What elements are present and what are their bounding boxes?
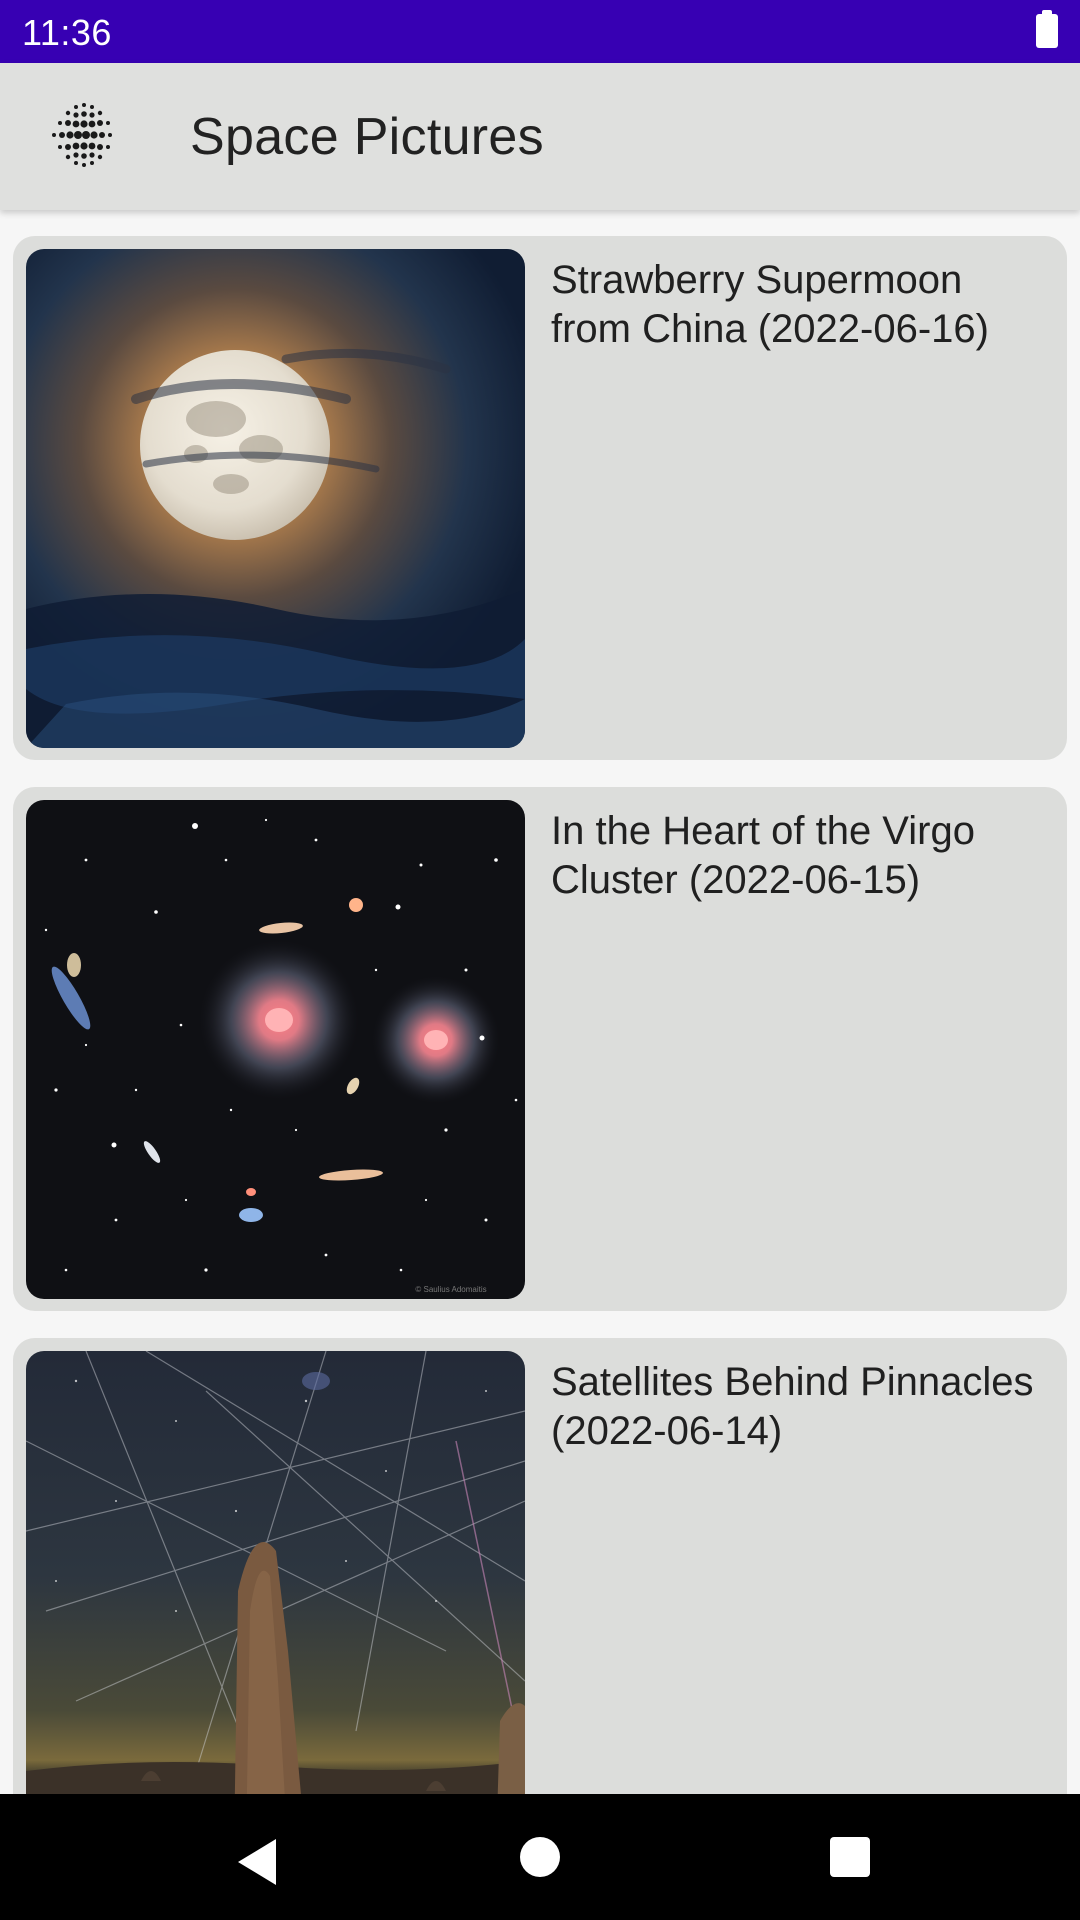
galaxy-cluster-image: © Saulius Adomaitis bbox=[26, 800, 525, 1299]
pinnacles-image bbox=[26, 1351, 525, 1794]
picture-thumbnail-virgo[interactable]: © Saulius Adomaitis bbox=[26, 800, 525, 1299]
picture-list[interactable]: Strawberry Supermoon from China (2022-06… bbox=[0, 210, 1080, 1794]
recents-square-icon[interactable] bbox=[830, 1837, 870, 1877]
status-time: 11:36 bbox=[22, 12, 112, 53]
picture-title: Satellites Behind Pinnacles (2022-06-14) bbox=[551, 1360, 1034, 1453]
battery-full-icon bbox=[1036, 10, 1058, 48]
picture-thumbnail-pinnacles[interactable] bbox=[26, 1351, 525, 1794]
status-bar: 11:36 bbox=[0, 0, 1080, 63]
picture-title: Strawberry Supermoon from China (2022-06… bbox=[551, 258, 989, 351]
home-circle-icon[interactable] bbox=[520, 1837, 560, 1877]
dotted-sphere-logo-icon bbox=[52, 103, 112, 167]
app-bar: Space Pictures bbox=[0, 63, 1080, 210]
picture-thumbnail-moon[interactable] bbox=[26, 249, 525, 748]
picture-card[interactable]: Strawberry Supermoon from China (2022-06… bbox=[13, 236, 1067, 760]
app-title: Space Pictures bbox=[190, 108, 544, 166]
picture-card[interactable]: © Saulius Adomaitis In the Heart of the … bbox=[13, 787, 1067, 1311]
back-triangle-icon[interactable] bbox=[238, 1839, 276, 1885]
full-moon-image bbox=[26, 249, 525, 748]
image-credit: © Saulius Adomaitis bbox=[415, 1285, 486, 1294]
navigation-bar bbox=[0, 1794, 1080, 1920]
picture-card[interactable]: Satellites Behind Pinnacles (2022-06-14) bbox=[13, 1338, 1067, 1794]
picture-title: In the Heart of the Virgo Cluster (2022-… bbox=[551, 809, 975, 902]
